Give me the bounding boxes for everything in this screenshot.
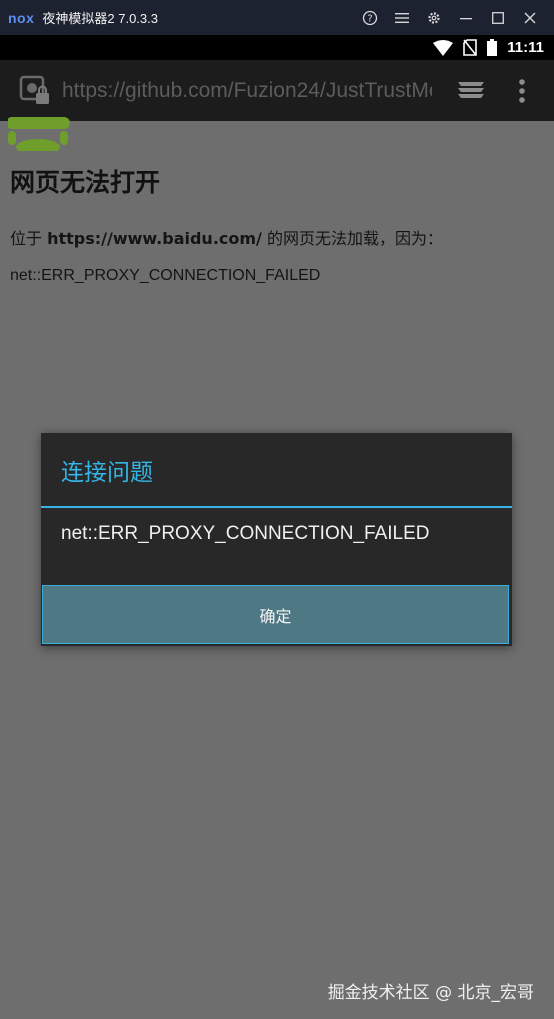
- connection-error-dialog: 连接问题 net::ERR_PROXY_CONNECTION_FAILED 确定: [41, 433, 512, 646]
- help-icon[interactable]: ?: [354, 0, 386, 35]
- maximize-icon[interactable]: [482, 0, 514, 35]
- emulator-titlebar: nox 夜神模拟器2 7.0.3.3 ?: [0, 0, 554, 35]
- url-field[interactable]: https://github.com/Fuzion24/JustTrustMe: [62, 79, 432, 103]
- error-description: 位于 https://www.baidu.com/ 的网页无法加载，因为：: [10, 225, 443, 249]
- error-code: net::ERR_PROXY_CONNECTION_FAILED: [10, 267, 321, 284]
- watermark: 掘金技术社区 @ 北京_宏哥: [327, 983, 534, 1003]
- window-controls: ?: [354, 0, 546, 35]
- tabs-stack-icon[interactable]: [456, 78, 486, 106]
- window-title: 夜神模拟器2 7.0.3.3: [42, 11, 158, 26]
- close-icon[interactable]: [514, 0, 546, 35]
- browser-url-bar: https://github.com/Fuzion24/JustTrustMe: [0, 60, 554, 121]
- dialog-message: net::ERR_PROXY_CONNECTION_FAILED: [61, 523, 430, 544]
- android-robot-icon: [6, 117, 70, 155]
- battery-icon: [487, 39, 498, 56]
- site-security-icon[interactable]: [18, 74, 52, 108]
- android-status-bar: 11:11: [0, 35, 554, 60]
- desc-suffix: 的网页无法加载，因为：: [261, 229, 443, 248]
- error-title: 网页无法打开: [10, 168, 161, 197]
- wifi-icon: [433, 39, 454, 56]
- overflow-menu-icon[interactable]: [518, 78, 526, 108]
- dialog-divider: [41, 506, 512, 508]
- nox-logo: nox: [8, 9, 35, 26]
- failed-url: https://www.baidu.com/: [47, 229, 262, 248]
- dialog-title: 连接问题: [61, 460, 153, 486]
- ok-button[interactable]: 确定: [42, 585, 509, 644]
- minimize-icon[interactable]: [450, 0, 482, 35]
- status-clock: 11:11: [507, 39, 544, 56]
- settings-icon[interactable]: [418, 0, 450, 35]
- svg-text:?: ?: [367, 13, 372, 24]
- no-sim-icon: [463, 39, 478, 56]
- menu-icon[interactable]: [386, 0, 418, 35]
- desc-prefix: 位于: [10, 229, 48, 248]
